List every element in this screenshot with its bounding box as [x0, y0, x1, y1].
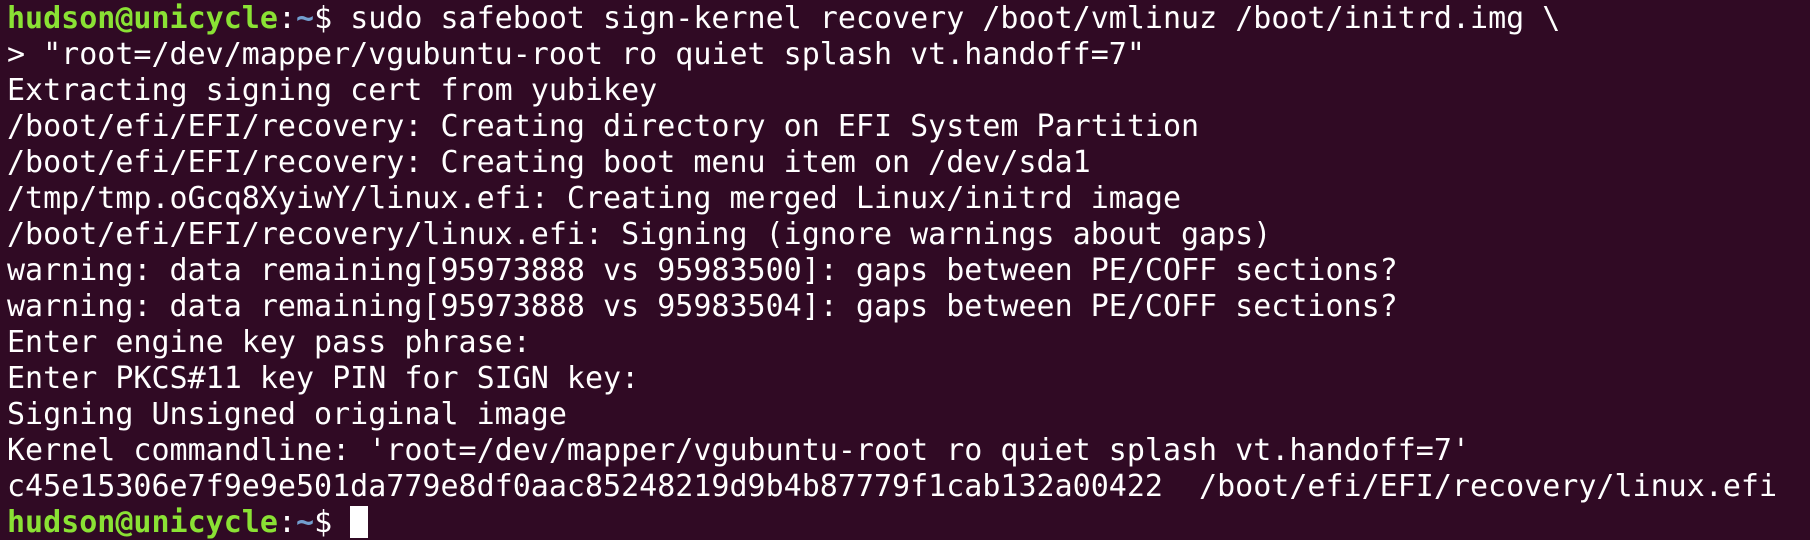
output-line: warning: data remaining[95973888 vs 9598… — [7, 289, 1398, 324]
output-line: /boot/efi/EFI/recovery: Creating boot me… — [7, 145, 1091, 180]
output-line: /tmp/tmp.oGcq8XyiwY/linux.efi: Creating … — [7, 181, 1181, 216]
prompt-separator: : — [277, 505, 296, 540]
output-line: Kernel commandline: 'root=/dev/mapper/vg… — [7, 433, 1470, 468]
text-cursor[interactable] — [350, 506, 369, 538]
command-line: hudson@unicycle:~$ sudo safeboot sign-ke… — [7, 1, 1810, 37]
prompt-user-host: hudson@unicycle — [7, 505, 278, 540]
command-text: sudo safeboot sign-kernel recovery /boot… — [350, 1, 1561, 36]
prompt-path: ~ — [296, 505, 315, 540]
output-line: Signing Unsigned original image — [7, 397, 567, 432]
output-line: warning: data remaining[95973888 vs 9598… — [7, 253, 1398, 288]
prompt-user-host: hudson@unicycle — [7, 1, 278, 36]
output-line: /boot/efi/EFI/recovery: Creating directo… — [7, 109, 1200, 144]
output-line: c45e15306e7f9e9e501da779e8df0aac85248219… — [7, 469, 1778, 504]
output-line: /boot/efi/EFI/recovery/linux.efi: Signin… — [7, 217, 1272, 252]
output-line: Extracting signing cert from yubikey — [7, 73, 658, 108]
prompt-path: ~ — [296, 1, 315, 36]
output-line: Enter engine key pass phrase: — [7, 325, 531, 360]
active-prompt-line[interactable]: hudson@unicycle:~$ — [7, 505, 1810, 540]
prompt-separator: : — [277, 1, 296, 36]
output-line: Enter PKCS#11 key PIN for SIGN key: — [7, 361, 640, 396]
prompt-symbol: $ — [314, 505, 351, 540]
prompt-symbol: $ — [314, 1, 351, 36]
terminal-window[interactable]: hudson@unicycle:~$ sudo safeboot sign-ke… — [0, 0, 1810, 540]
command-continuation: > "root=/dev/mapper/vgubuntu-root ro qui… — [7, 37, 1145, 72]
